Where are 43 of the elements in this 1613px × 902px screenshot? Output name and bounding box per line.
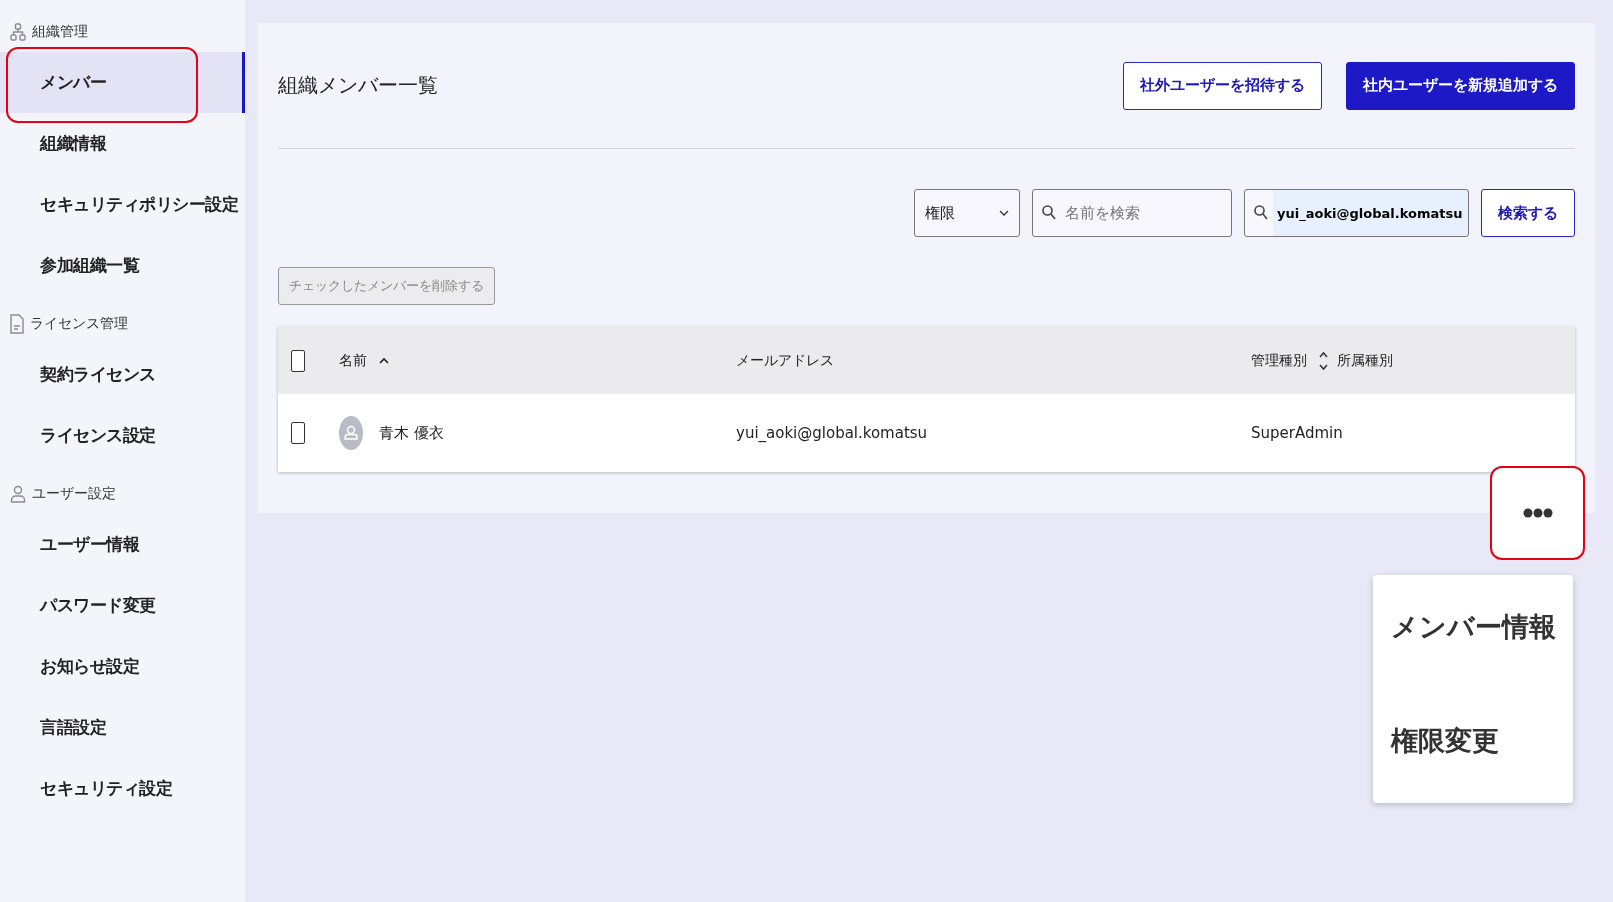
sidebar-item[interactable]: メンバー (0, 52, 245, 113)
add-user-button[interactable]: 社内ユーザーを新規追加する (1346, 61, 1575, 110)
avatar-icon (339, 416, 363, 450)
table-cell: 青木 優衣 (379, 423, 444, 443)
search-button[interactable]: 検索する (1481, 189, 1575, 237)
invite-button[interactable]: 社外ユーザーを招待する (1123, 61, 1322, 110)
user-icon (10, 485, 26, 503)
table-cell: yui_aoki@global.komatsu (736, 424, 928, 442)
sidebar-item[interactable]: 参加組織一覧 (0, 235, 245, 296)
search-icon (1254, 205, 1268, 220)
sidebar-item[interactable]: パスワード変更 (0, 575, 245, 636)
sidebar-item[interactable]: セキュリティ設定 (0, 758, 245, 819)
more-icon (1522, 508, 1553, 518)
sort-up-icon[interactable] (379, 357, 389, 364)
sidebar-item[interactable]: お知らせ設定 (0, 636, 245, 697)
search-icon (1042, 205, 1056, 220)
section-title: ライセンス管理 (30, 315, 128, 333)
page-title: 組織メンバー一覧 (278, 72, 438, 99)
column-header: メールアドレス (736, 351, 834, 370)
section-title: ユーザー設定 (32, 485, 116, 503)
sidebar-item[interactable]: 組織情報 (0, 113, 245, 174)
menu-item[interactable]: 権限変更 (1373, 709, 1573, 773)
sort-icon[interactable] (1319, 350, 1328, 371)
role-select[interactable]: 権限 (914, 189, 1020, 237)
email-search-field[interactable]: yui_aoki@global.komatsu (1244, 189, 1469, 237)
column-header: 名前 (339, 351, 367, 370)
sidebar-item[interactable]: セキュリティポリシー設定 (0, 174, 245, 235)
chevron-down-icon (999, 210, 1009, 216)
table-cell: SuperAdmin (1251, 424, 1343, 442)
column-header: 管理種別 (1251, 351, 1307, 370)
checkbox[interactable] (291, 422, 305, 444)
menu-item[interactable]: メンバー情報 (1373, 595, 1573, 659)
column-header: 所属種別 (1337, 351, 1393, 370)
document-icon (10, 314, 24, 334)
sidebar-item[interactable]: ユーザー情報 (0, 514, 245, 575)
sidebar-item[interactable]: ライセンス設定 (0, 405, 245, 466)
name-search-field[interactable]: 名前を検索 (1032, 189, 1232, 237)
sidebar-item[interactable]: 契約ライセンス (0, 344, 245, 405)
more-button[interactable] (1490, 466, 1585, 560)
hierarchy-icon (10, 23, 26, 41)
sidebar-item[interactable]: 言語設定 (0, 697, 245, 758)
section-title: 組織管理 (32, 23, 88, 41)
checkbox[interactable] (291, 349, 305, 372)
